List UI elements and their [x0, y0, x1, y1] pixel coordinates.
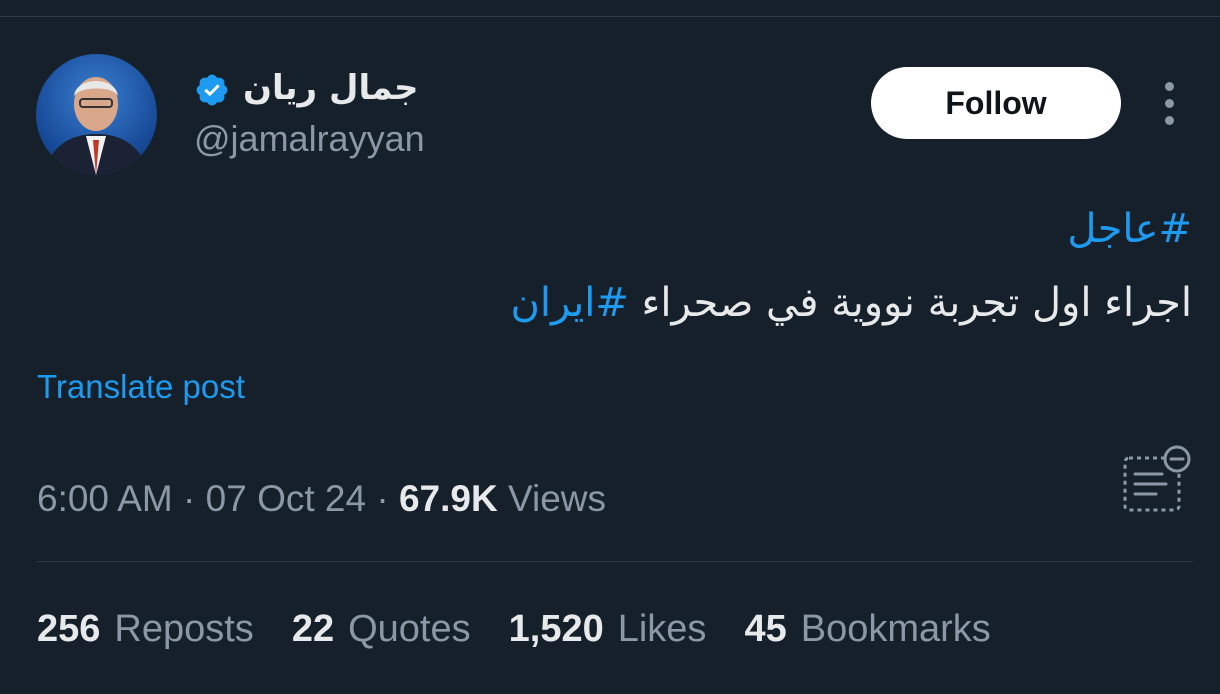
stat-count: 45 — [744, 608, 787, 650]
meta-separator: · — [376, 478, 389, 519]
likes-stat[interactable]: 1,520 Likes — [509, 608, 707, 651]
engagement-stats: 256 Reposts 22 Quotes 1,520 Likes 45 Bookmar… — [37, 608, 991, 651]
tweet-time[interactable]: 6:00 AM — [37, 478, 173, 519]
stat-label: Likes — [617, 608, 707, 650]
tweet-hashtag-breaking[interactable]: #عاجل — [1067, 206, 1192, 252]
stat-label: Reposts — [114, 608, 254, 650]
tweet-meta: 6:00 AM · 07 Oct 24 · 67.9K Views — [37, 478, 606, 520]
stat-label: Bookmarks — [800, 608, 991, 650]
avatar[interactable] — [36, 54, 157, 175]
meta-separator: · — [183, 478, 196, 519]
stat-count: 256 — [37, 608, 101, 650]
translate-post-link[interactable]: Translate post — [37, 368, 245, 406]
tweet-hashtag-iran[interactable]: #ايران — [511, 280, 629, 326]
stat-count: 1,520 — [508, 608, 604, 650]
tweet-text: اجراء اول تجربة نووية في صحراء #ايران — [511, 280, 1192, 326]
author-handle[interactable]: @jamalrayyan — [194, 118, 425, 160]
more-options-icon[interactable] — [1154, 82, 1184, 126]
quotes-stat[interactable]: 22 Quotes — [292, 608, 471, 651]
author-display-name[interactable]: جمال ريان — [243, 68, 419, 108]
tweet-text-body: اجراء اول تجربة نووية في صحراء — [628, 280, 1192, 326]
stat-count: 22 — [291, 608, 335, 650]
top-divider — [0, 16, 1220, 17]
stats-divider — [37, 561, 1193, 562]
grok-summary-icon[interactable] — [1120, 444, 1192, 514]
follow-button[interactable]: Follow — [871, 67, 1121, 139]
reposts-stat[interactable]: 256 Reposts — [37, 608, 254, 651]
avatar-image — [36, 54, 157, 175]
bookmarks-stat[interactable]: 45 Bookmarks — [744, 608, 990, 651]
views-label: Views — [508, 478, 607, 519]
stat-label: Quotes — [348, 608, 471, 650]
tweet-date[interactable]: 07 Oct 24 — [206, 478, 366, 519]
verified-badge-icon — [196, 74, 228, 106]
views-count: 67.9K — [398, 478, 498, 519]
